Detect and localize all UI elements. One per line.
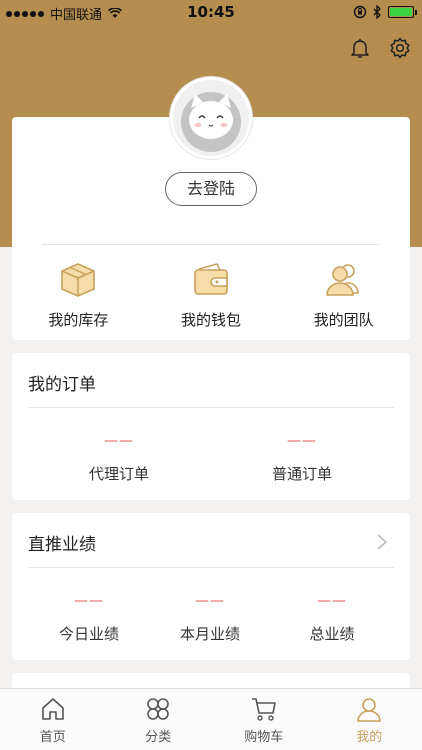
total-performance-label: 总业绩 — [309, 625, 355, 643]
today-performance-stat[interactable]: —— 今日业绩 — [29, 593, 149, 644]
wallet-icon — [194, 263, 228, 295]
quick-link-team[interactable]: 我的团队 — [277, 257, 410, 330]
performance-title: 直推业绩 — [28, 535, 96, 555]
tab-category[interactable]: 分类 — [106, 689, 212, 750]
bell-icon[interactable] — [348, 36, 372, 60]
normal-orders-label: 普通订单 — [271, 465, 332, 483]
tab-label: 分类 — [145, 730, 172, 745]
orders-title: 我的订单 — [28, 375, 96, 395]
agent-orders-label: 代理订单 — [88, 465, 149, 483]
quick-link-label: 我的库存 — [48, 311, 109, 329]
tab-cart[interactable]: 购物车 — [211, 689, 317, 750]
quick-links: 我的库存 我的钱包 我的团队 — [12, 257, 410, 330]
today-performance-label: 今日业绩 — [58, 625, 119, 643]
today-performance-value: —— — [74, 593, 104, 609]
profile-divider — [42, 244, 380, 245]
quick-link-wallet[interactable]: 我的钱包 — [145, 257, 278, 330]
tab-profile[interactable]: 我的 — [317, 689, 422, 750]
normal-orders-value: —— — [287, 433, 317, 449]
login-button[interactable]: 去登陆 — [165, 172, 257, 206]
category-icon — [147, 698, 170, 720]
quick-link-inventory[interactable]: 我的库存 — [12, 257, 145, 330]
agent-orders-value: —— — [104, 433, 134, 449]
performance-card[interactable]: 直推业绩 —— 今日业绩 —— 本月业绩 —— 总业绩 — [12, 513, 410, 660]
quick-link-label: 我的团队 — [313, 311, 374, 329]
battery-icon — [388, 6, 417, 18]
tab-label: 我的 — [356, 730, 383, 745]
profile-icon — [357, 698, 382, 722]
avatar[interactable] — [170, 77, 252, 159]
avatar-cat-icon — [173, 80, 249, 156]
chevron-right-icon — [377, 534, 388, 550]
tab-home[interactable]: 首页 — [0, 689, 106, 750]
box-icon — [61, 263, 96, 297]
normal-orders-stat[interactable]: —— 普通订单 — [242, 433, 362, 484]
tab-bar: 首页 分类 购物车 我的 — [0, 688, 422, 750]
bluetooth-icon — [373, 5, 381, 19]
tab-label: 首页 — [39, 730, 66, 745]
cart-icon — [251, 698, 276, 721]
performance-divider — [28, 567, 394, 568]
home-icon — [41, 698, 64, 720]
gear-icon[interactable] — [388, 36, 412, 60]
month-performance-label: 本月业绩 — [179, 625, 240, 643]
total-performance-value: —— — [317, 593, 347, 609]
agent-orders-stat[interactable]: —— 代理订单 — [59, 433, 179, 484]
rotation-lock-icon — [353, 5, 367, 19]
status-bar: 中国联通 10:45 — [0, 0, 422, 24]
quick-link-label: 我的钱包 — [181, 311, 242, 329]
team-icon — [325, 264, 359, 296]
orders-divider — [28, 407, 394, 408]
tab-label: 购物车 — [244, 730, 284, 745]
month-performance-value: —— — [195, 593, 225, 609]
total-performance-stat[interactable]: —— 总业绩 — [272, 593, 392, 644]
orders-card: 我的订单 —— 代理订单 —— 普通订单 — [12, 353, 410, 500]
month-performance-stat[interactable]: —— 本月业绩 — [150, 593, 270, 644]
